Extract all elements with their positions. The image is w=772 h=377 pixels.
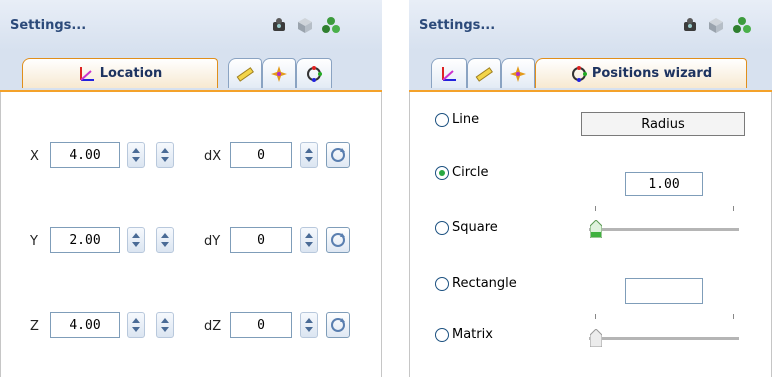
cycle-icon [305, 65, 323, 83]
dy-input[interactable]: 0 [230, 227, 292, 253]
tab-effects[interactable] [501, 58, 535, 88]
refresh-icon [329, 231, 347, 249]
dy-spinner[interactable] [300, 227, 318, 253]
radio-matrix[interactable]: Matrix [435, 327, 493, 342]
cycle-icon [570, 65, 588, 83]
cube-icon[interactable] [707, 16, 725, 34]
molecule-icon[interactable] [733, 16, 751, 34]
sparkle-icon [509, 65, 527, 83]
ruler-icon [236, 65, 254, 83]
dz-cycle-button[interactable] [326, 312, 350, 338]
radio-label: Line [452, 112, 480, 127]
radio-circle-indicator [435, 112, 449, 127]
tab-location[interactable] [431, 58, 467, 88]
camera-icon[interactable] [681, 16, 699, 34]
dx-cycle-button[interactable] [326, 142, 350, 168]
dy-label: dY [204, 234, 221, 249]
radius-input[interactable]: 1.00 [625, 172, 703, 196]
radius-slider-track [589, 228, 739, 232]
dx-input[interactable]: 0 [230, 142, 292, 168]
z-input[interactable]: 4.00 [50, 312, 120, 338]
radius-slider-thumb[interactable] [589, 219, 603, 239]
camera-icon[interactable] [270, 16, 288, 34]
radio-label: Rectangle [452, 276, 517, 291]
radio-circle-indicator [435, 327, 449, 342]
axes-icon [440, 65, 458, 83]
dz-label: dZ [204, 319, 222, 334]
axes-icon [78, 65, 96, 83]
radio-label: Square [452, 220, 498, 235]
z-spinner[interactable] [127, 312, 145, 338]
slider-tick [733, 206, 734, 211]
radio-circle-indicator [435, 276, 449, 291]
radio-label: Circle [452, 165, 489, 180]
x-label: X [30, 149, 39, 164]
tab-positions-wizard[interactable]: Positions wizard [535, 58, 747, 88]
tab-measure[interactable] [228, 58, 262, 88]
matrix-slider-thumb[interactable] [589, 328, 603, 348]
tab-positions[interactable] [296, 58, 332, 88]
refresh-icon [329, 146, 347, 164]
tab-measure[interactable] [467, 58, 501, 88]
positions-wizard-panel: Settings... Positions wizard Line Circle… [409, 0, 772, 377]
location-panel: Settings... Location X 4.00 dX 0 Y 2.00 … [0, 0, 382, 377]
tab-effects[interactable] [262, 58, 296, 88]
ruler-icon [475, 65, 493, 83]
radio-line[interactable]: Line [435, 112, 479, 127]
dx-label: dX [204, 149, 222, 164]
radio-rectangle[interactable]: Rectangle [435, 276, 517, 291]
y-spinner[interactable] [127, 227, 145, 253]
dz-input[interactable]: 0 [230, 312, 292, 338]
slider-tick [733, 314, 734, 319]
radio-label: Matrix [452, 327, 493, 342]
x-input[interactable]: 4.00 [50, 142, 120, 168]
radio-circle-indicator [435, 165, 449, 180]
y-label: Y [30, 234, 38, 249]
matrix-slider-track [589, 337, 739, 341]
panel-header: Settings... [0, 0, 382, 51]
rectangle-size-input[interactable] [625, 278, 703, 304]
tab-label: Location [99, 66, 163, 81]
z-label: Z [30, 319, 39, 334]
molecule-icon[interactable] [322, 16, 340, 34]
x-fine-spinner[interactable] [156, 142, 174, 168]
dz-spinner[interactable] [300, 312, 318, 338]
panel-title: Settings... [419, 18, 496, 33]
refresh-icon [329, 316, 347, 334]
radio-circle[interactable]: Circle [435, 165, 489, 180]
y-fine-spinner[interactable] [156, 227, 174, 253]
tab-label: Positions wizard [591, 66, 713, 81]
x-spinner[interactable] [127, 142, 145, 168]
radio-square[interactable]: Square [435, 220, 498, 235]
dx-spinner[interactable] [300, 142, 318, 168]
panel-title: Settings... [10, 18, 87, 33]
y-input[interactable]: 2.00 [50, 227, 120, 253]
cube-icon[interactable] [296, 16, 314, 34]
tab-location[interactable]: Location [22, 58, 218, 88]
panel-header: Settings... [409, 0, 772, 51]
sparkle-icon [270, 65, 288, 83]
slider-tick [595, 314, 596, 319]
radius-label-box: Radius [581, 112, 745, 136]
slider-tick [595, 206, 596, 211]
radio-circle-indicator [435, 220, 449, 235]
z-fine-spinner[interactable] [156, 312, 174, 338]
dy-cycle-button[interactable] [326, 227, 350, 253]
